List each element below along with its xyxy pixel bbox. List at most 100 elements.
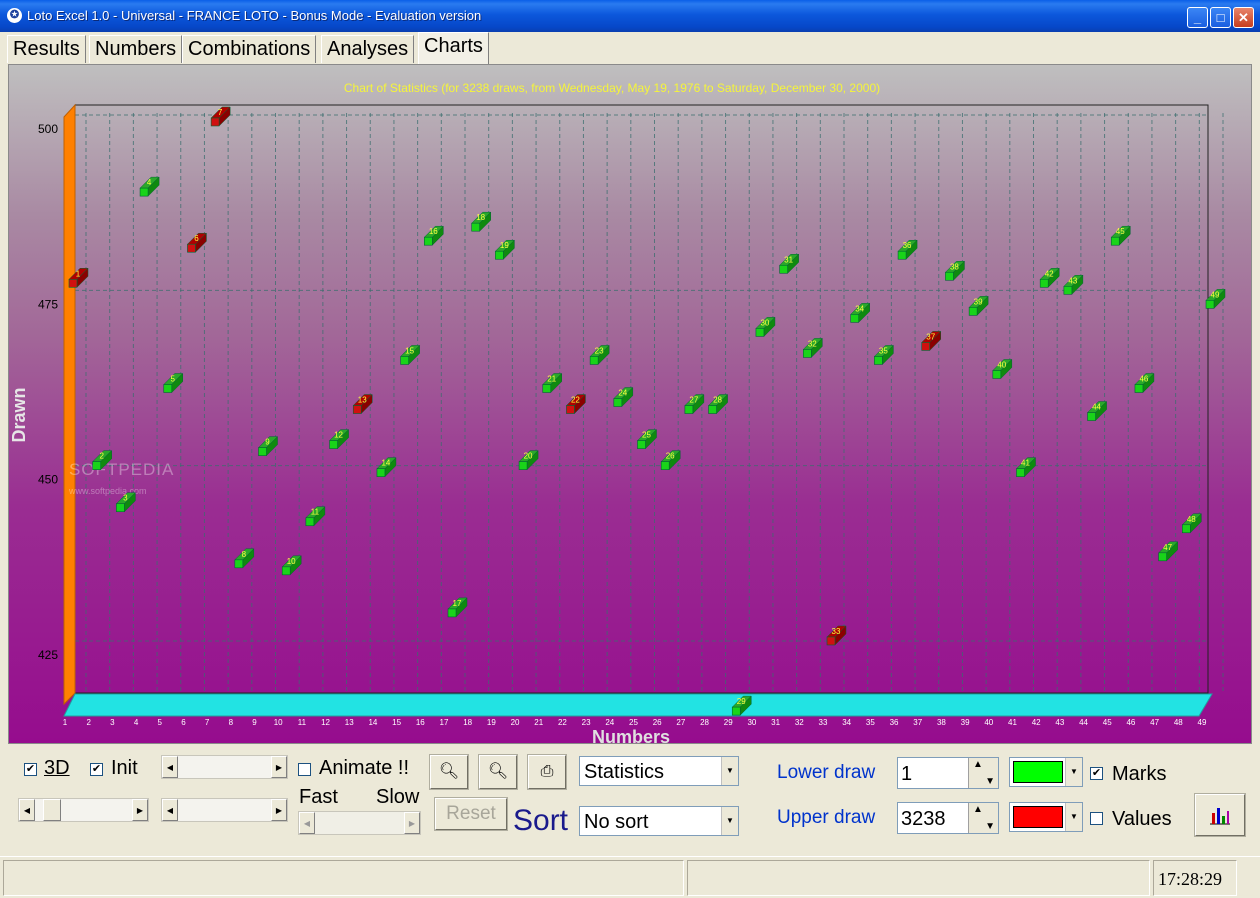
chart-marker: 15 xyxy=(400,344,421,366)
lower-draw-label: Lower draw xyxy=(777,762,876,783)
minimize-button[interactable]: _ xyxy=(1187,7,1208,28)
x-tick-label: 7 xyxy=(205,718,210,727)
tab-numbers[interactable]: Numbers xyxy=(89,35,183,63)
tab-analyses[interactable]: Analyses xyxy=(321,35,415,63)
checkbox-animate[interactable] xyxy=(298,763,311,776)
chart-marker: 12 xyxy=(328,428,350,450)
draw-chart-button[interactable] xyxy=(1194,793,1246,837)
scroll-right-icon[interactable]: ▶ xyxy=(271,799,287,821)
marker-label: 9 xyxy=(265,438,270,447)
marker-label: 11 xyxy=(311,508,320,517)
marker-front xyxy=(447,608,457,618)
chart-marker: 31 xyxy=(779,253,800,274)
marker-front xyxy=(968,307,978,316)
chart-marker: 25 xyxy=(636,428,658,450)
chart-marker: 38 xyxy=(944,260,966,281)
chart-marker: 42 xyxy=(1039,267,1060,288)
checkbox-3d[interactable]: ✔ xyxy=(24,763,37,776)
x-tick-label: 34 xyxy=(842,718,851,727)
x-tick-label: 43 xyxy=(1055,718,1064,727)
marker-front xyxy=(376,468,386,477)
marker-front xyxy=(187,243,196,253)
app-icon[interactable]: ✪ xyxy=(7,8,22,23)
chevron-down-icon[interactable]: ▼ xyxy=(721,757,738,785)
chart-marker: 28 xyxy=(707,393,729,415)
marker-label: 28 xyxy=(713,396,722,405)
spin-arrows-icon[interactable]: ▲ ▼ xyxy=(968,758,998,788)
x-tick-label: 6 xyxy=(181,718,186,727)
x-tick-label: 31 xyxy=(771,718,780,727)
reset-button[interactable]: Reset xyxy=(434,797,508,831)
x-tick-label: 16 xyxy=(416,718,425,727)
y-tick-label: 475 xyxy=(38,297,58,311)
scroll-left-icon[interactable]: ◀ xyxy=(162,799,178,821)
chart-marker: 11 xyxy=(305,506,326,527)
zoom-in-button[interactable]: 🔍︎ xyxy=(429,754,469,790)
tab-charts[interactable]: Charts xyxy=(418,32,489,64)
marker-label: 2 xyxy=(99,452,104,461)
x-tick-label: 47 xyxy=(1150,718,1159,727)
chart-panel: 425 450 475 500 1 2 3 4 5 6 7 8 9 10 11 12 13 14 15 16 17 18 1… xyxy=(8,64,1252,744)
chevron-down-icon[interactable]: ▼ xyxy=(1065,803,1082,831)
animation-speed-scrollbar[interactable]: ◀ ▶ xyxy=(298,811,421,835)
chart-marker: 14 xyxy=(376,457,397,478)
marker-front xyxy=(258,447,267,456)
upper-draw-spinner[interactable]: 3238 ▲ ▼ xyxy=(897,802,999,834)
chart-marker: 32 xyxy=(802,337,823,359)
chart-marker: 4 xyxy=(139,176,160,197)
chart-marker: 9 xyxy=(257,436,279,457)
maximize-button[interactable]: □ xyxy=(1210,7,1231,28)
scroll-left-icon[interactable]: ◀ xyxy=(299,812,315,834)
label-slow: Slow xyxy=(376,786,420,808)
marker-label: 4 xyxy=(147,178,152,187)
checkbox-marks[interactable]: ✔ xyxy=(1090,767,1103,780)
stat-mode-select[interactable]: Statistics ▼ xyxy=(579,756,739,786)
chevron-down-icon[interactable]: ▼ xyxy=(1065,758,1082,786)
zoom-out-button[interactable]: 🔍︎ xyxy=(478,754,518,790)
sort-mode-select[interactable]: No sort ▼ xyxy=(579,806,739,836)
check-mark-icon: ✔ xyxy=(1091,767,1102,779)
marker-label: 44 xyxy=(1092,403,1101,412)
lower-color-picker[interactable]: ▼ xyxy=(1009,757,1083,787)
scroll-right-icon[interactable]: ▶ xyxy=(132,799,148,821)
sort-label: Sort xyxy=(513,804,569,837)
lower-draw-value: 1 xyxy=(901,763,913,785)
chart-marker: 47 xyxy=(1158,541,1179,562)
x-tick-label: 44 xyxy=(1079,718,1088,727)
x-tick-label: 36 xyxy=(890,718,899,727)
x-tick-label: 35 xyxy=(866,718,875,727)
tab-combinations[interactable]: Combinations xyxy=(182,35,317,63)
chart-marker: 21 xyxy=(542,372,563,394)
marker-label: 47 xyxy=(1163,543,1172,552)
tab-results[interactable]: Results xyxy=(7,35,86,63)
lower-draw-spinner[interactable]: 1 ▲ ▼ xyxy=(897,757,999,789)
scroll-thumb[interactable] xyxy=(43,799,61,821)
scroll-left-icon[interactable]: ◀ xyxy=(162,756,178,778)
marker-front xyxy=(1134,384,1144,393)
marker-front xyxy=(992,370,1002,379)
marker-front xyxy=(1110,236,1120,246)
range-scrollbar[interactable]: ◀ ▶ xyxy=(161,798,288,822)
scroll-left-icon[interactable]: ◀ xyxy=(19,799,35,821)
spin-arrows-icon[interactable]: ▲ ▼ xyxy=(968,803,998,833)
speed-scrollbar[interactable]: ◀ ▶ xyxy=(18,798,149,822)
x-tick-label: 15 xyxy=(392,718,401,727)
x-tick-label: 14 xyxy=(368,718,377,727)
x-tick-label: 37 xyxy=(913,718,922,727)
marker-front xyxy=(1039,278,1049,288)
init-scrollbar[interactable]: ◀ ▶ xyxy=(161,755,288,779)
checkbox-values[interactable] xyxy=(1090,812,1103,825)
close-button[interactable]: ✕ xyxy=(1233,7,1254,28)
checkbox-init[interactable]: ✔ xyxy=(90,763,103,776)
chart-marker: 16 xyxy=(423,225,444,246)
marker-label: 10 xyxy=(287,557,296,566)
chevron-down-icon[interactable]: ▼ xyxy=(721,807,738,835)
upper-color-swatch xyxy=(1013,806,1063,828)
scroll-right-icon[interactable]: ▶ xyxy=(271,756,287,778)
chart-marker: 46 xyxy=(1134,372,1155,394)
marker-front xyxy=(921,342,931,351)
upper-color-picker[interactable]: ▼ xyxy=(1009,802,1083,832)
print-button[interactable]: ⎙ xyxy=(527,754,567,790)
x-tick-label: 11 xyxy=(298,718,307,727)
scroll-right-icon[interactable]: ▶ xyxy=(404,812,420,834)
